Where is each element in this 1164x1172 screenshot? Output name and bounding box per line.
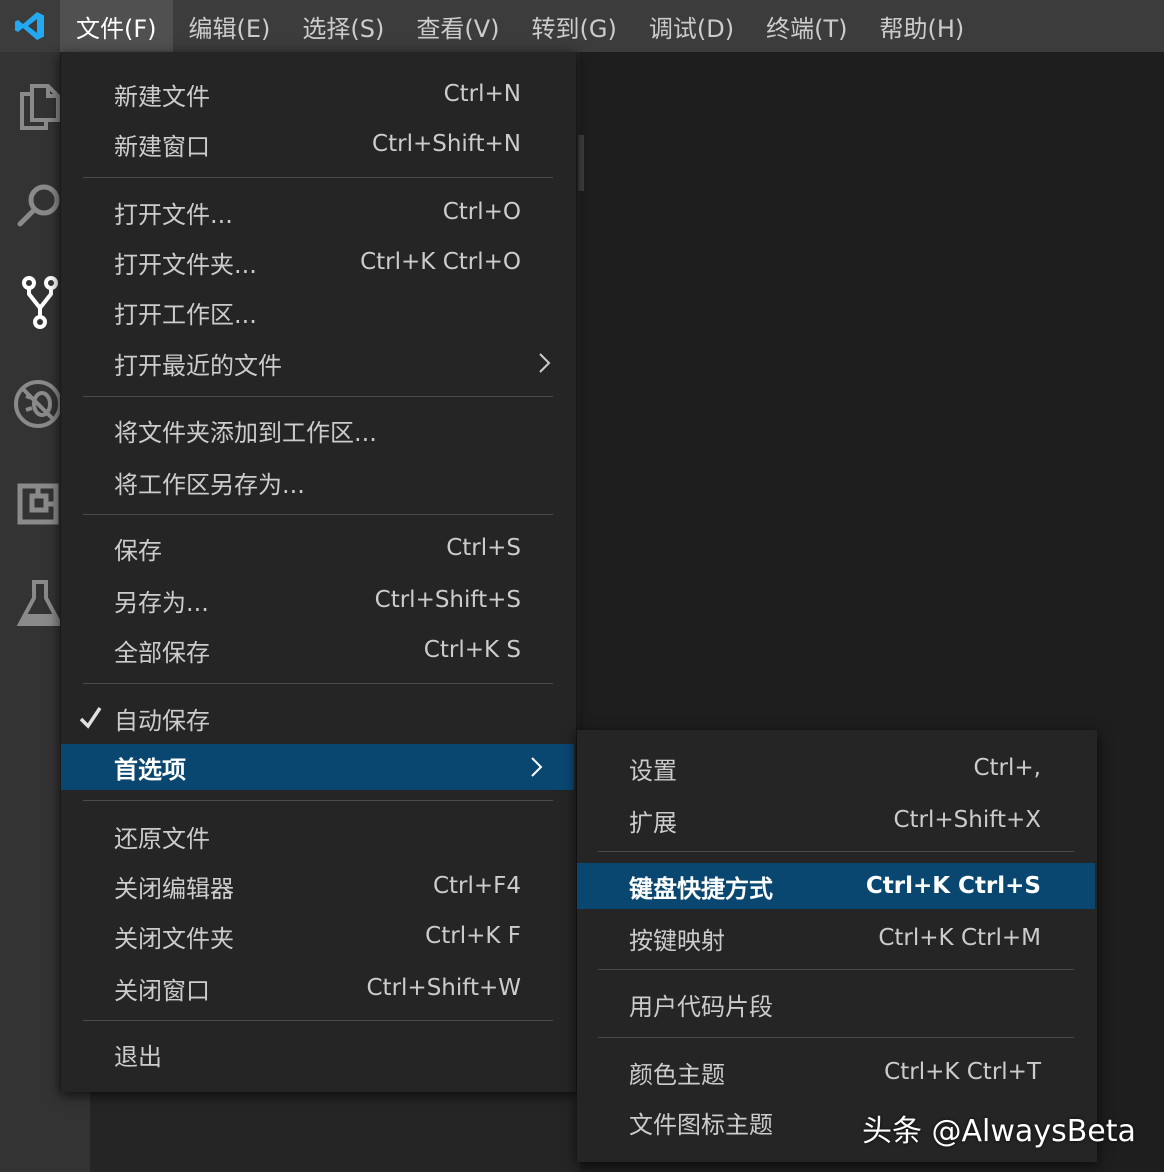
menu-item-close-folder[interactable]: 关闭文件夹 Ctrl+K F bbox=[61, 913, 574, 959]
menu-item-shortcut: Ctrl+Shift+N bbox=[372, 131, 521, 157]
menu-item-label: 打开最近的文件 bbox=[114, 351, 282, 380]
menu-edit[interactable]: 编辑(E) bbox=[173, 0, 287, 52]
menu-item-label: 还原文件 bbox=[114, 824, 210, 853]
menu-item-label: 关闭文件夹 bbox=[114, 924, 234, 953]
chevron-right-icon bbox=[531, 757, 543, 777]
chevron-right-icon bbox=[539, 353, 551, 373]
menu-item-revert-file[interactable]: 还原文件 bbox=[61, 813, 574, 859]
menu-item-label: 关闭窗口 bbox=[114, 976, 210, 1005]
menu-item-settings[interactable]: 设置 Ctrl+, bbox=[577, 745, 1095, 791]
menu-item-shortcut: Ctrl+K Ctrl+M bbox=[878, 925, 1041, 951]
vscode-logo-icon bbox=[0, 0, 60, 52]
menu-item-label: 按键映射 bbox=[629, 926, 725, 955]
menu-bar: 文件(F) 编辑(E) 选择(S) 查看(V) 转到(G) 调试(D) 终端(T… bbox=[0, 0, 1164, 52]
menu-item-label: 自动保存 bbox=[114, 706, 210, 735]
menu-separator bbox=[83, 800, 553, 801]
menu-item-add-folder-to-workspace[interactable]: 将文件夹添加到工作区... bbox=[61, 407, 574, 453]
menu-item-shortcut: Ctrl+K Ctrl+S bbox=[865, 873, 1041, 899]
menu-item-save[interactable]: 保存 Ctrl+S bbox=[61, 525, 574, 571]
menu-item-label: 退出 bbox=[114, 1042, 162, 1071]
menu-item-label: 新建窗口 bbox=[114, 132, 210, 161]
menu-item-new-window[interactable]: 新建窗口 Ctrl+Shift+N bbox=[61, 121, 574, 167]
menu-item-shortcut: Ctrl+Shift+W bbox=[366, 975, 522, 1001]
menu-separator bbox=[598, 851, 1074, 852]
menu-item-label: 打开工作区... bbox=[114, 300, 257, 329]
checkmark-icon bbox=[79, 707, 102, 729]
menu-item-close-window[interactable]: 关闭窗口 Ctrl+Shift+W bbox=[61, 965, 574, 1011]
menu-item-label: 另存为... bbox=[114, 588, 209, 617]
preferences-submenu: 设置 Ctrl+, 扩展 Ctrl+Shift+X 键盘快捷方式 Ctrl+K … bbox=[577, 730, 1097, 1162]
menu-item-label: 全部保存 bbox=[114, 638, 210, 667]
menu-item-save-workspace-as[interactable]: 将工作区另存为... bbox=[61, 459, 574, 505]
menu-separator bbox=[83, 514, 553, 515]
menu-item-shortcut: Ctrl+F4 bbox=[432, 873, 521, 899]
menu-item-color-theme[interactable]: 颜色主题 Ctrl+K Ctrl+T bbox=[577, 1049, 1095, 1095]
scrollbar[interactable] bbox=[578, 135, 584, 191]
menu-item-shortcut: Ctrl+K Ctrl+T bbox=[884, 1059, 1041, 1085]
menu-item-label: 新建文件 bbox=[114, 82, 210, 111]
menu-separator bbox=[83, 396, 553, 397]
menu-file[interactable]: 文件(F) bbox=[60, 0, 173, 52]
menu-item-auto-save[interactable]: 自动保存 bbox=[61, 695, 574, 741]
menu-item-shortcut: Ctrl+N bbox=[443, 81, 521, 107]
menu-item-shortcut: Ctrl+K F bbox=[425, 923, 521, 949]
menu-item-shortcut: Ctrl+, bbox=[973, 755, 1041, 781]
menu-item-shortcut: Ctrl+Shift+X bbox=[893, 807, 1041, 833]
menu-item-label: 保存 bbox=[114, 536, 162, 565]
menu-item-label: 颜色主题 bbox=[629, 1060, 725, 1089]
menu-item-new-file[interactable]: 新建文件 Ctrl+N bbox=[61, 71, 574, 117]
menu-item-keyboard-shortcuts[interactable]: 键盘快捷方式 Ctrl+K Ctrl+S bbox=[577, 863, 1095, 909]
menu-item-close-editor[interactable]: 关闭编辑器 Ctrl+F4 bbox=[61, 863, 574, 909]
menu-item-save-as[interactable]: 另存为... Ctrl+Shift+S bbox=[61, 577, 574, 623]
menu-go[interactable]: 转到(G) bbox=[516, 0, 633, 52]
vscode-window: 文件(F) 编辑(E) 选择(S) 查看(V) 转到(G) 调试(D) 终端(T… bbox=[0, 0, 1164, 1172]
menu-terminal[interactable]: 终端(T) bbox=[750, 0, 863, 52]
menu-item-open-file[interactable]: 打开文件... Ctrl+O bbox=[61, 189, 574, 235]
menu-item-open-recent[interactable]: 打开最近的文件 bbox=[61, 340, 574, 386]
menu-item-open-workspace[interactable]: 打开工作区... bbox=[61, 289, 574, 335]
menu-item-label: 用户代码片段 bbox=[629, 992, 773, 1021]
menu-item-label: 将工作区另存为... bbox=[114, 470, 305, 499]
menu-item-shortcut: Ctrl+K S bbox=[423, 637, 521, 663]
menu-item-preferences[interactable]: 首选项 bbox=[61, 744, 574, 790]
menu-item-label: 打开文件夹... bbox=[114, 250, 257, 279]
menu-item-shortcut: Ctrl+S bbox=[446, 535, 521, 561]
menu-item-label: 文件图标主题 bbox=[629, 1110, 773, 1139]
menu-item-label: 打开文件... bbox=[114, 200, 233, 229]
menu-item-label: 键盘快捷方式 bbox=[629, 874, 773, 903]
file-menu: 新建文件 Ctrl+N 新建窗口 Ctrl+Shift+N 打开文件... Ct… bbox=[60, 52, 576, 1092]
menu-separator bbox=[598, 1037, 1074, 1038]
menu-selection[interactable]: 选择(S) bbox=[286, 0, 400, 52]
menu-item-user-snippets[interactable]: 用户代码片段 bbox=[577, 981, 1095, 1027]
menu-item-label: 设置 bbox=[629, 756, 677, 785]
menu-item-label: 将文件夹添加到工作区... bbox=[114, 418, 377, 447]
menu-item-shortcut: Ctrl+Shift+S bbox=[374, 587, 521, 613]
menu-item-shortcut: Ctrl+O bbox=[442, 199, 521, 225]
menu-item-label: 首选项 bbox=[114, 755, 186, 784]
menu-item-exit[interactable]: 退出 bbox=[61, 1031, 574, 1077]
menu-separator bbox=[598, 969, 1074, 970]
menu-item-extensions[interactable]: 扩展 Ctrl+Shift+X bbox=[577, 797, 1095, 843]
menu-item-shortcut: Ctrl+K Ctrl+O bbox=[360, 249, 521, 275]
menu-item-label: 关闭编辑器 bbox=[114, 874, 234, 903]
menu-separator bbox=[83, 683, 553, 684]
menu-item-label: 扩展 bbox=[629, 808, 677, 837]
menu-help[interactable]: 帮助(H) bbox=[863, 0, 980, 52]
menu-item-save-all[interactable]: 全部保存 Ctrl+K S bbox=[61, 627, 574, 673]
menu-debug[interactable]: 调试(D) bbox=[633, 0, 750, 52]
menu-item-keymaps[interactable]: 按键映射 Ctrl+K Ctrl+M bbox=[577, 915, 1095, 961]
menu-separator bbox=[83, 1020, 553, 1021]
menu-item-open-folder[interactable]: 打开文件夹... Ctrl+K Ctrl+O bbox=[61, 239, 574, 285]
menu-separator bbox=[83, 177, 553, 178]
watermark: 头条 @AlwaysBeta bbox=[862, 1114, 1136, 1149]
menu-view[interactable]: 查看(V) bbox=[400, 0, 515, 52]
